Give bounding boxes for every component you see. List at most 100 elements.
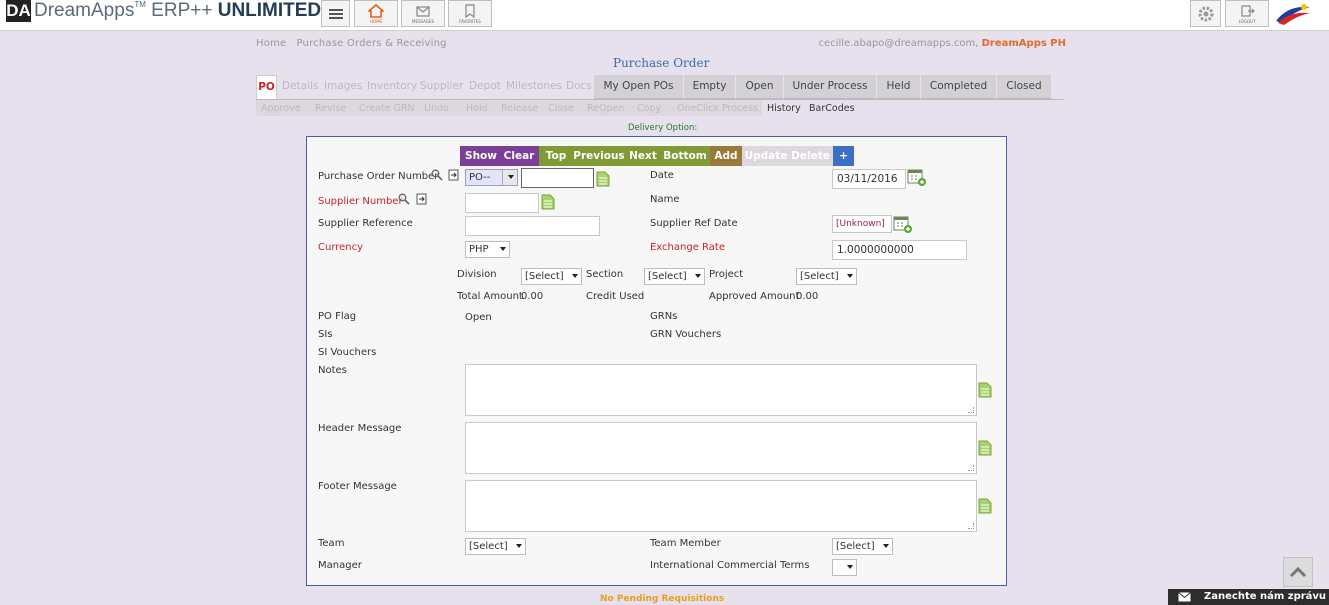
po-prefix-select[interactable]: PO-- [465, 169, 518, 186]
division-value: [Select] [525, 271, 564, 282]
user-info: cecille.abapo@dreamapps.com, DreamApps P… [819, 38, 1066, 49]
action-close[interactable]: Close [548, 103, 574, 114]
po-number-input[interactable] [521, 168, 594, 188]
logout-button[interactable]: LOGOUT [1225, 0, 1269, 27]
team-select[interactable]: [Select] [465, 538, 526, 555]
supplier-search-icon[interactable] [398, 193, 410, 205]
tab-closed[interactable]: Closed [997, 75, 1052, 99]
delete-button[interactable]: Delete [790, 146, 831, 166]
app-logo[interactable]: DreamAppsTM ERP++ UNLIMITEDTM [34, 0, 333, 22]
tab-po[interactable]: PO [256, 75, 277, 99]
supplier-open-icon[interactable] [416, 193, 427, 205]
supplier-number-input[interactable] [465, 193, 539, 213]
open-record-icon[interactable] [448, 169, 459, 181]
supplier-ref-date-input[interactable]: [Unknown] [832, 215, 892, 233]
supplier-reference-input[interactable] [465, 216, 600, 236]
tab-under-process[interactable]: Under Process [784, 75, 877, 99]
favorites-label: FAVORITES [459, 19, 481, 24]
notes-label: Notes [318, 365, 347, 376]
top-button[interactable]: Top [541, 146, 571, 166]
calendar-icon[interactable] [907, 169, 927, 187]
tab-inventory[interactable]: Inventory [367, 75, 417, 99]
footer-message-textarea[interactable] [465, 480, 977, 532]
name-label: Name [650, 194, 680, 205]
tab-open[interactable]: Open [736, 75, 784, 99]
action-create-grn[interactable]: Create GRN [359, 103, 415, 114]
manager-label: Manager [318, 560, 362, 571]
company-name: DreamApps PH [981, 38, 1066, 49]
home-button[interactable]: HOME [354, 0, 398, 27]
tab-details[interactable]: Details [282, 75, 318, 99]
brand-product: ERP++ [151, 0, 213, 21]
notes-textarea[interactable] [465, 364, 977, 416]
action-barcodes[interactable]: BarCodes [809, 103, 855, 114]
exchange-rate-label: Exchange Rate [650, 242, 725, 253]
team-member-label: Team Member [650, 538, 721, 549]
clear-button[interactable]: Clear [500, 146, 538, 166]
action-oneclick-process[interactable]: OneClick Process [677, 103, 758, 114]
tab-my-open-pos[interactable]: My Open POs [594, 75, 684, 99]
team-member-select[interactable]: [Select] [832, 538, 893, 555]
notepad-icon[interactable] [596, 171, 610, 187]
credit-used-label: Credit Used [586, 291, 645, 302]
ref-date-calendar-icon[interactable] [893, 216, 913, 234]
tab-milestones[interactable]: Milestones [506, 75, 562, 99]
settings-button[interactable] [1190, 0, 1221, 27]
favorites-button[interactable]: FAVORITES [448, 0, 492, 27]
update-button[interactable]: Update [744, 146, 788, 166]
breadcrumb-current[interactable]: Purchase Orders & Receiving [296, 38, 446, 49]
search-icon[interactable] [431, 169, 443, 181]
division-select[interactable]: [Select] [521, 268, 582, 285]
exchange-rate-input[interactable]: 1.0000000000 [832, 240, 967, 260]
show-button[interactable]: Show [462, 146, 500, 166]
tab-held[interactable]: Held [877, 75, 921, 99]
next-button[interactable]: Next [627, 146, 659, 166]
section-select[interactable]: [Select] [644, 268, 705, 285]
po-flag-value: Open [465, 312, 492, 323]
tab-completed[interactable]: Completed [921, 75, 997, 99]
action-copy[interactable]: Copy [637, 103, 661, 114]
date-input[interactable]: 03/11/2016 [832, 169, 906, 189]
tab-supplier[interactable]: Supplier [420, 75, 463, 99]
action-revise[interactable]: Revise [315, 103, 346, 114]
tab-empty[interactable]: Empty [684, 75, 736, 99]
action-reopen[interactable]: ReOpen [587, 103, 624, 114]
header-notepad-icon[interactable] [978, 440, 992, 456]
currency-select[interactable]: PHP [465, 241, 510, 258]
supplier-notepad-icon[interactable] [541, 194, 555, 210]
previous-button[interactable]: Previous [573, 146, 625, 166]
notes-notepad-icon[interactable] [978, 382, 992, 398]
action-history[interactable]: History [767, 103, 801, 114]
bottom-button[interactable]: Bottom [662, 146, 708, 166]
messages-label: MESSAGES [412, 19, 434, 24]
tab-depot[interactable]: Depot [469, 75, 501, 99]
breadcrumb-home[interactable]: Home [256, 38, 286, 49]
total-amount-value: 0.00 [521, 291, 544, 302]
chat-widget-bar[interactable]: Zanechte nám zprávu [1168, 589, 1329, 605]
action-release[interactable]: Release [501, 103, 538, 114]
chevron-up-icon [1289, 566, 1307, 578]
messages-button[interactable]: MESSAGES [401, 0, 445, 27]
project-select[interactable]: [Select] [796, 268, 857, 285]
menu-toggle-button[interactable] [321, 0, 350, 27]
add-button[interactable]: Add [710, 146, 742, 166]
action-undo[interactable]: Undo [424, 103, 449, 114]
tab-images[interactable]: Images [324, 75, 362, 99]
action-hold[interactable]: Hold [466, 103, 488, 114]
action-approve[interactable]: Approve [261, 103, 301, 114]
currency-label: Currency [318, 242, 364, 253]
approved-amount-value: 0.00 [796, 291, 819, 302]
approved-amount-label: Approved Amount [709, 291, 800, 302]
plus-button[interactable]: + [833, 146, 854, 166]
tab-docs[interactable]: Docs [566, 75, 592, 99]
footer-message-label: Footer Message [318, 481, 397, 492]
team-member-value: [Select] [836, 541, 875, 552]
chat-text: Zanechte nám zprávu [1204, 591, 1327, 602]
scroll-to-top-button[interactable] [1283, 557, 1313, 587]
incoterms-label: International Commercial Terms [650, 560, 810, 571]
si-vouchers-label: SI Vouchers [318, 347, 377, 358]
incoterms-select[interactable] [832, 559, 857, 576]
footer-notepad-icon[interactable] [978, 498, 992, 514]
header-message-textarea[interactable] [465, 422, 977, 474]
hamburger-icon [328, 9, 343, 19]
